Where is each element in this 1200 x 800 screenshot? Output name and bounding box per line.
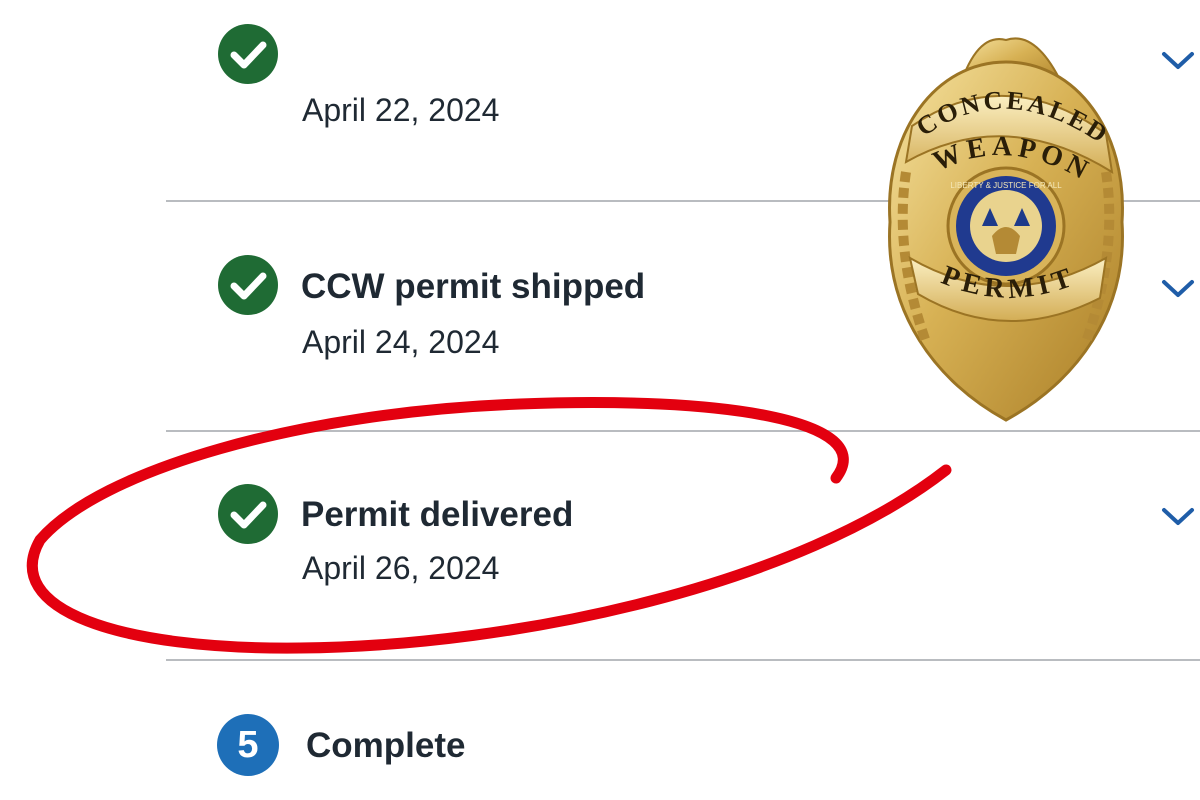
chevron-down-icon[interactable]: [1160, 504, 1196, 528]
chevron-down-icon[interactable]: [1160, 48, 1196, 72]
step-date: April 26, 2024: [302, 550, 500, 586]
seal-text: LIBERTY & JUSTICE FOR ALL: [950, 181, 1062, 190]
step-title: Complete: [306, 726, 466, 765]
check-circle-icon: [218, 484, 278, 544]
step-divider: [166, 659, 1200, 661]
step-divider: [166, 430, 1200, 432]
step-date: April 24, 2024: [302, 324, 500, 360]
step-title: CCW permit shipped: [301, 267, 646, 306]
step-date: April 22, 2024: [302, 92, 500, 128]
check-circle-icon: [218, 24, 278, 84]
check-circle-icon: [218, 255, 278, 315]
chevron-down-icon[interactable]: [1160, 276, 1196, 300]
concealed-weapon-badge-image: CONCEALED WEAPON LIBERTY & JUSTICE FOR A…: [888, 37, 1124, 422]
step-number-icon: 5: [217, 714, 279, 776]
step-title: Permit delivered: [301, 495, 574, 534]
